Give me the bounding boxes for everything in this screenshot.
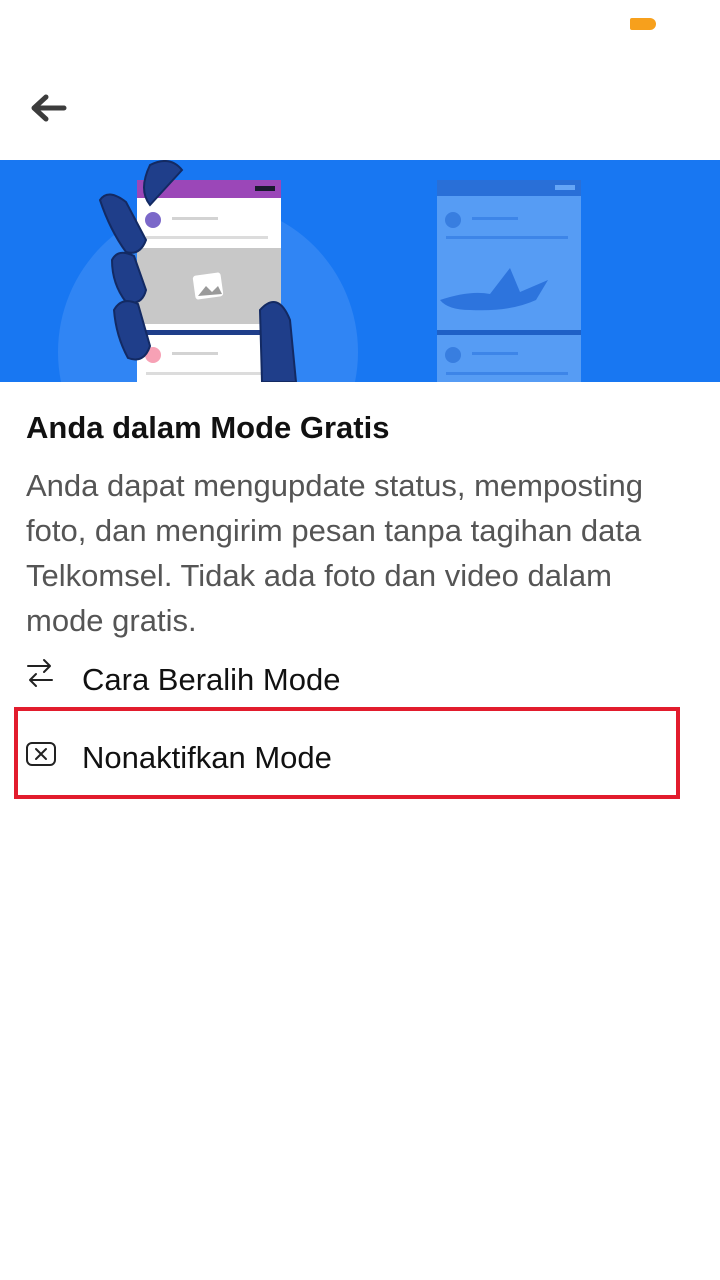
- hero-illustration: [0, 160, 720, 382]
- free-mode-screen: Anda dalam Mode Gratis Anda dapat mengup…: [0, 0, 720, 1280]
- swap-arrows-icon: [27, 659, 53, 687]
- disable-mode-label: Nonaktifkan Mode: [82, 740, 332, 775]
- switch-mode-label: Cara Beralih Mode: [82, 662, 341, 697]
- phone-illustration: [137, 180, 281, 382]
- status-bar: [0, 0, 720, 48]
- phone-faded-illustration: [437, 180, 581, 382]
- battery-icon: [630, 18, 656, 30]
- disable-mode-option[interactable]: Nonaktifkan Mode: [14, 707, 680, 799]
- arrow-left-icon: [31, 94, 67, 122]
- switch-mode-option[interactable]: Cara Beralih Mode: [14, 650, 680, 708]
- close-box-icon: [26, 742, 56, 766]
- description-text: Anda dapat mengupdate status, memposting…: [26, 468, 643, 638]
- page-title: Anda dalam Mode Gratis: [26, 410, 390, 445]
- back-button[interactable]: [18, 80, 78, 136]
